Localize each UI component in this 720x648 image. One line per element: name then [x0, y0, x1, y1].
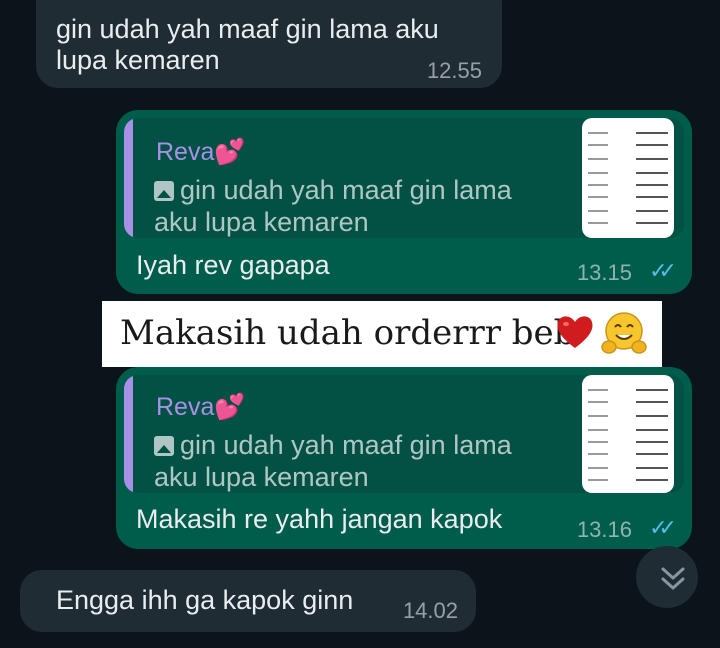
outgoing-message-bubble[interactable]: Reva💕 gin udah yah maaf gin lama aku lup…	[116, 367, 692, 549]
message-time: 14.02	[402, 598, 458, 623]
quoted-message[interactable]: Reva💕 gin udah yah maaf gin lama aku lup…	[124, 118, 684, 238]
chevron-double-down-icon	[661, 567, 685, 590]
outgoing-message-bubble[interactable]: Reva💕 gin udah yah maaf gin lama aku lup…	[116, 110, 692, 294]
message-text-line-2: lupa kemaren	[56, 45, 220, 75]
quote-text-line-1: gin udah yah maaf gin lama	[180, 430, 512, 460]
heart-emoji	[557, 316, 593, 348]
image-icon	[154, 436, 174, 456]
quote-sender: Reva💕	[156, 393, 246, 421]
incoming-message-bubble[interactable]: Engga ihh ga kapok ginn 14.02	[20, 570, 476, 632]
sticker-text: Makasih udah orderrr beb	[120, 313, 576, 353]
message-text: Engga ihh ga kapok ginn	[56, 585, 354, 615]
message-text: Makasih re yahh jangan kapok	[136, 504, 503, 534]
double-check-icon: ✓✓	[649, 258, 677, 283]
quote-text-line-2: aku lupa kemaren	[154, 462, 369, 492]
quote-text: gin udah yah maaf gin lama aku lupa kema…	[154, 174, 512, 238]
text-sticker[interactable]: Makasih udah orderrr beb	[102, 301, 662, 367]
image-icon	[154, 181, 174, 201]
message-time: 12.55	[426, 58, 482, 83]
scroll-to-bottom-button[interactable]	[636, 546, 698, 608]
message-time: 13.16	[576, 517, 632, 542]
message-text: Iyah rev gapapa	[136, 250, 330, 280]
message-text-line-1: gin udah yah maaf gin lama aku	[56, 14, 439, 44]
quoted-image-thumbnail	[582, 375, 674, 493]
incoming-message-bubble[interactable]: gin udah yah maaf gin lama aku lupa kema…	[36, 0, 502, 88]
quoted-image-thumbnail	[582, 118, 674, 238]
quote-text: gin udah yah maaf gin lama aku lupa kema…	[154, 429, 512, 493]
quote-text-line-1: gin udah yah maaf gin lama	[180, 175, 512, 205]
quoted-message[interactable]: Reva💕 gin udah yah maaf gin lama aku lup…	[124, 375, 684, 493]
quote-text-line-2: aku lupa kemaren	[154, 207, 369, 237]
quote-accent-bar	[124, 118, 133, 238]
message-time: 13.15	[576, 260, 632, 285]
double-check-icon: ✓✓	[649, 515, 677, 540]
quote-accent-bar	[124, 375, 133, 493]
quote-sender: Reva💕	[156, 138, 246, 166]
hugging-face-emoji	[601, 312, 647, 354]
